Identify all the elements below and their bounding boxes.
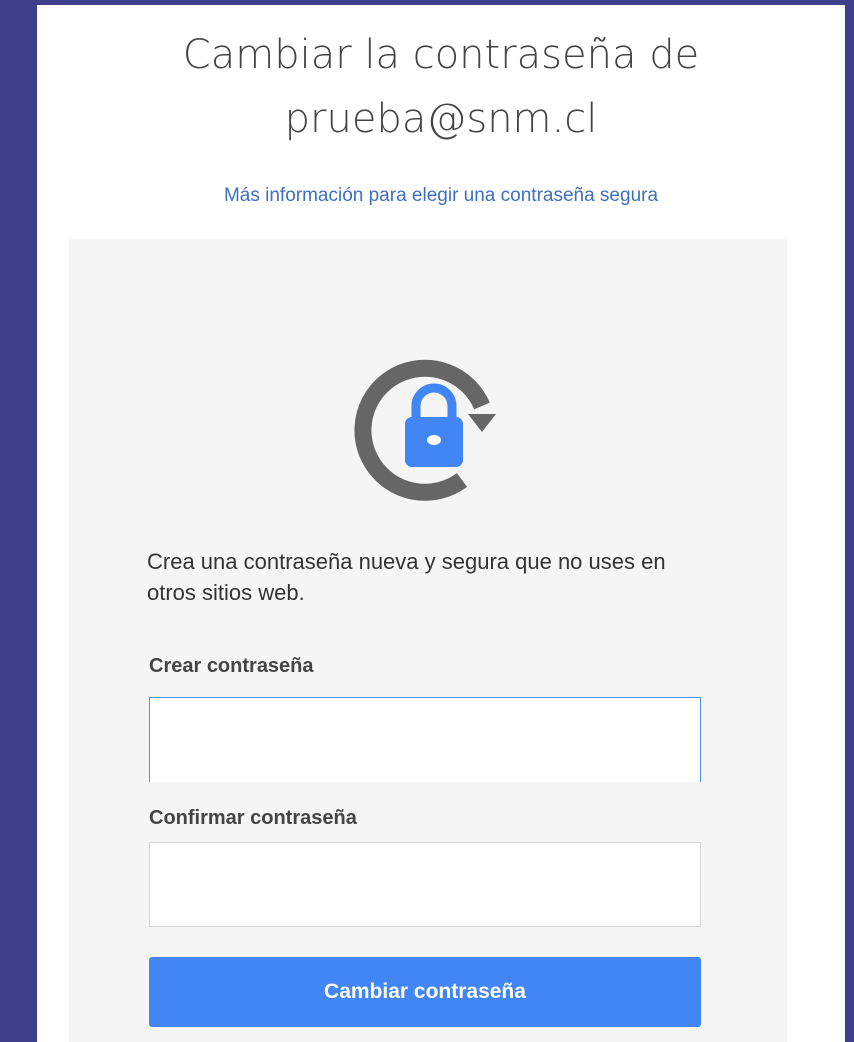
page-title-line-1: Cambiar la contraseña de [182,32,700,78]
change-password-button[interactable]: Cambiar contraseña [149,957,701,1027]
page-title: Cambiar la contraseña de prueba@snm.cl [37,23,845,151]
lock-refresh-icon-svg [354,359,496,501]
confirm-password-label: Confirmar contraseña [149,807,357,829]
page-title-account: prueba@snm.cl [284,96,598,142]
password-change-page: Cambiar la contraseña de prueba@snm.cl M… [37,5,845,1042]
secure-password-help-link[interactable]: Más información para elegir una contrase… [37,185,845,207]
new-password-input[interactable] [149,697,701,782]
confirm-password-input[interactable] [149,842,701,927]
lock-refresh-icon [344,334,524,514]
password-instructions: Crea una contraseña nueva y segura que n… [147,549,666,605]
password-form-card: Crea una contraseña nueva y segura que n… [69,239,787,1042]
new-password-label: Crear contraseña [149,655,314,677]
